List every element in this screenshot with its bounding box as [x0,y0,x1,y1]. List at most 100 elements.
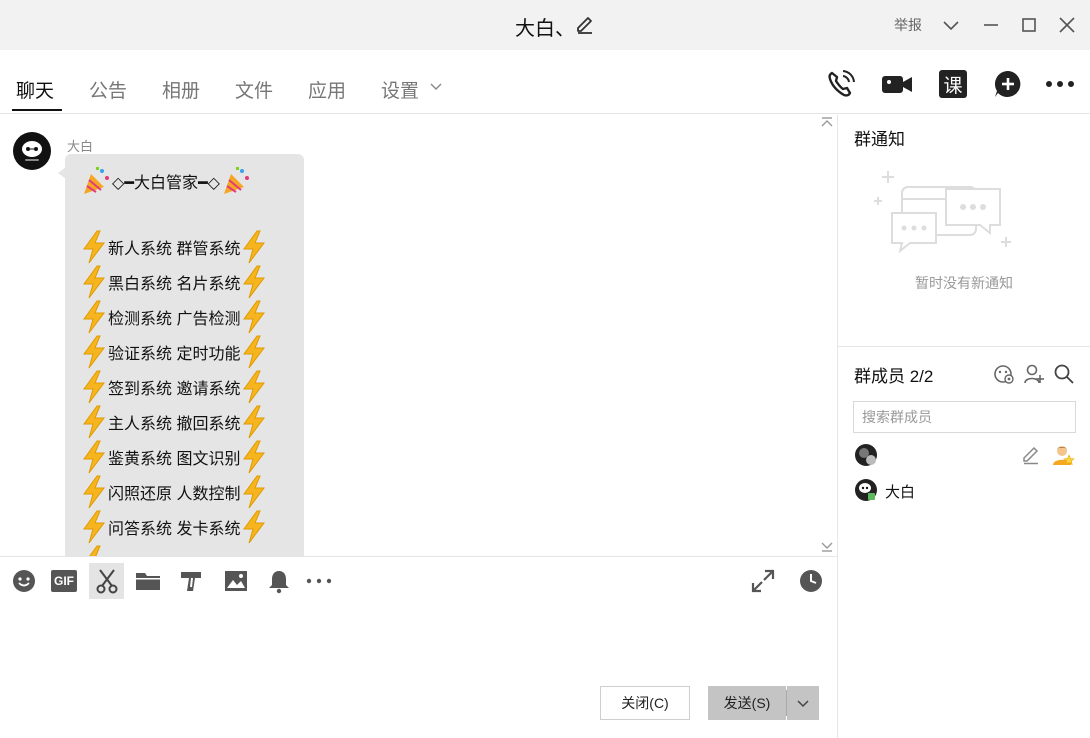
message-line: 主人系统 撤回系统 [80,405,268,439]
gif-icon[interactable]: GIF [51,570,77,592]
member-avatar[interactable] [855,444,877,466]
tab-chat[interactable]: 聊天 [16,76,54,103]
empty-notice-illustration-icon [874,171,1011,254]
edit-title-icon[interactable] [574,14,596,36]
message-line-text: 签到系统 邀请系统 [108,381,241,398]
message-line: 签到系统 邀请系统 [80,370,268,404]
member-avatar[interactable] [855,479,877,501]
lightning-icon [83,230,105,264]
lightning-icon [89,545,101,556]
scroll-to-bottom-icon[interactable] [820,540,834,552]
chevron-down-icon [797,700,809,708]
message-input[interactable] [0,606,837,676]
member-settings-icon[interactable] [993,363,1015,385]
robot-face-icon [22,141,42,161]
lightning-icon [83,300,105,334]
lightning-icon [243,405,266,439]
image-icon[interactable] [223,568,249,594]
emoji-icon[interactable] [11,568,37,594]
send-button[interactable]: 发送(S) [708,686,786,720]
message-line: 验证系统 定时功能 [80,335,268,369]
message-line: 新人系统 群管系统 [80,230,268,264]
report-button[interactable]: 举报 [894,15,922,35]
group-side-panel: 群通知 暂时没有新通知 群成员 2/2 搜索群成员 大白 [838,115,1090,738]
sender-name: 大白 [67,139,94,154]
more-tools-icon[interactable] [306,568,332,594]
add-member-icon[interactable] [1023,363,1045,385]
scroll-to-top-icon[interactable] [820,117,834,129]
tab-album[interactable]: 相册 [162,76,200,103]
message-list[interactable]: 大白 ◇━大白管家━◇ 新人系统 群管系统 黑白系统 名片系统 检测系统 广告检 [0,115,837,556]
group-notice-title: 群通知 [854,130,905,149]
message-line-text: 黑白系统 名片系统 [108,276,241,293]
message-line: 问答系统 发卡系统 [80,510,268,544]
tab-announcement[interactable]: 公告 [89,76,127,103]
message-line-text: 鉴黄系统 图文识别 [108,451,241,468]
member-search-input[interactable] [853,401,1076,433]
message-line-text: 验证系统 定时功能 [108,346,241,363]
group-owner-icon [1053,446,1075,466]
lightning-icon [243,475,266,509]
voice-call-icon[interactable] [825,68,857,100]
lightning-icon [243,440,266,474]
message-line-text: 检测系统 广告检测 [108,311,241,328]
party-popper-icon [223,167,249,194]
lightning-icon [243,265,266,299]
close-window-icon[interactable] [1056,14,1078,36]
message-line-text: 问答系统 发卡系统 [108,521,241,538]
message-line: 检测系统 广告检测 [80,300,268,334]
video-call-icon[interactable] [881,68,913,100]
maximize-icon[interactable] [1018,14,1040,36]
member-name: 大白 [885,484,916,501]
lightning-icon [243,335,266,369]
window-title: 大白、 [515,18,575,40]
robot-face-icon [859,483,875,500]
tab-settings[interactable]: 设置 [381,76,419,103]
lightning-icon [243,370,266,404]
chevron-down-icon[interactable] [940,14,962,36]
lightning-icon [243,510,266,544]
tab-apps[interactable]: 应用 [308,76,346,103]
lightning-icon [83,440,105,474]
lightning-icon [243,300,266,334]
message-line: 鉴黄系统 图文识别 [80,440,268,474]
section-divider [838,346,1090,347]
edit-member-icon[interactable] [1021,445,1041,465]
lightning-icon [83,370,105,404]
lightning-icon [83,335,105,369]
minimize-icon[interactable] [980,14,1002,36]
course-icon[interactable]: 课 [939,70,967,98]
send-options-button[interactable] [787,686,819,720]
avatar-icon [859,448,876,465]
input-toolbar: GIF [0,556,837,606]
tab-bar: 聊天 公告 相册 文件 应用 设置 课 [0,50,1090,114]
lightning-icon [83,510,105,544]
expand-icon[interactable] [750,568,776,594]
message-line: 黑白系统 名片系统 [80,265,268,299]
group-members-title: 群成员 2/2 [854,367,934,386]
search-member-icon[interactable] [1053,363,1075,385]
lightning-icon [83,265,105,299]
message-line: 闪照还原 人数控制 [80,475,268,509]
lightning-icon [243,230,266,264]
history-clock-icon[interactable] [798,568,824,594]
message-line-text: 主人系统 撤回系统 [108,416,241,433]
close-button[interactable]: 关闭(C) [600,686,690,720]
bell-icon[interactable] [266,568,292,594]
folder-icon[interactable] [135,568,161,594]
settings-chevron-icon[interactable] [430,80,442,92]
active-tab-indicator [12,109,62,111]
empty-notice-text: 暂时没有新通知 [915,275,1013,291]
tab-files[interactable]: 文件 [235,76,273,103]
message-line-partial [80,545,108,556]
title-bar: 大白、 举报 [0,0,1090,50]
more-icon[interactable] [1044,68,1076,100]
shake-icon[interactable] [178,568,204,594]
message-line-text: 闪照还原 人数控制 [108,486,241,503]
party-popper-icon [84,167,109,194]
add-app-icon[interactable] [992,68,1024,100]
sender-avatar[interactable] [13,132,51,170]
scissors-icon[interactable] [94,568,120,594]
message-title: ◇━大白管家━◇ [112,175,220,192]
message-line-text: 新人系统 群管系统 [108,241,241,258]
